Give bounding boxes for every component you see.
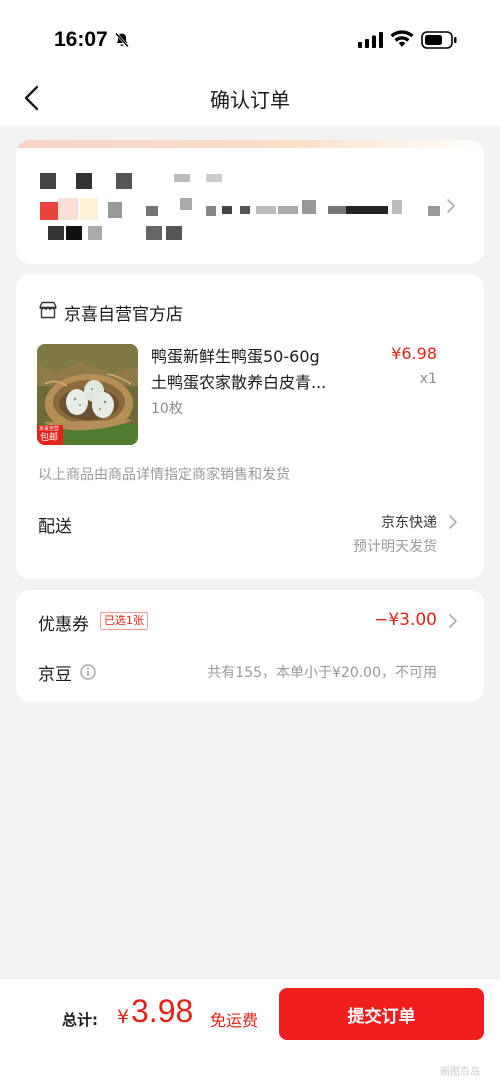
- product-quantity: x1: [419, 371, 437, 387]
- product-image-badge-bottom: 包邮: [40, 433, 59, 443]
- address-chevron-right-icon: [447, 199, 455, 213]
- product-image[interactable]: 京喜自营 包邮: [37, 344, 138, 445]
- store-icon: [39, 301, 57, 319]
- wifi-icon: [390, 30, 414, 47]
- store-name[interactable]: 京喜自营官方店: [64, 300, 183, 325]
- checkout-bar: 总计: ¥ 3.98 免运费 提交订单 画图岛岛: [0, 978, 500, 1087]
- total-label: 总计:: [62, 1011, 98, 1029]
- info-icon[interactable]: [80, 664, 96, 680]
- coupon-chevron-right-icon[interactable]: [448, 613, 458, 629]
- address-redacted: [40, 173, 440, 240]
- product-title[interactable]: 鸭蛋新鲜生鸭蛋50-60g 土鸭蛋农家散养白皮青...: [151, 344, 371, 396]
- nav-bar: 确认订单: [0, 70, 500, 126]
- seller-note: 以上商品由商品详情指定商家销售和发货: [38, 467, 290, 483]
- beans-note: 共有155，本单小于¥20.00，不可用: [207, 665, 437, 681]
- delivery-eta: 预计明天发货: [353, 539, 437, 555]
- product-spec: 10枚: [151, 401, 183, 417]
- coupon-label[interactable]: 优惠券: [38, 610, 89, 635]
- delivery-chevron-right-icon[interactable]: [448, 514, 458, 530]
- free-shipping-label: 免运费: [210, 1011, 259, 1030]
- product-image-badge-top: 京喜自营: [39, 426, 60, 432]
- status-bar: 16:07: [0, 0, 500, 80]
- product-title-line-1: 鸭蛋新鲜生鸭蛋50-60g: [151, 347, 320, 366]
- bell-slash-icon: [115, 32, 129, 48]
- address-card[interactable]: [16, 140, 484, 264]
- total-currency: ¥: [117, 1006, 130, 1028]
- delivery-method[interactable]: 京东快递: [381, 512, 437, 532]
- status-time: 16:07: [54, 28, 108, 51]
- shop-card: 京喜自营官方店 京喜自营 包邮 鸭蛋新鲜生鸭蛋50-60g 土鸭蛋农家散养白皮青…: [16, 274, 484, 579]
- delivery-label: 配送: [38, 517, 72, 537]
- coupon-amount[interactable]: −¥3.00: [374, 610, 437, 630]
- page-title: 确认订单: [210, 88, 290, 112]
- product-price: ¥6.98: [391, 344, 437, 363]
- coupon-selected-badge: 已选1张: [100, 612, 148, 630]
- total-amount: 3.98: [131, 993, 194, 1029]
- discount-card: 优惠券 已选1张 −¥3.00 京豆 共有155，本单小于¥20.00，不可用: [16, 590, 484, 702]
- watermark: 画图岛岛: [440, 1067, 480, 1078]
- product-title-line-2: 土鸭蛋农家散养白皮青...: [151, 373, 327, 392]
- signal-icon: [358, 32, 383, 48]
- submit-order-button[interactable]: 提交订单: [279, 988, 484, 1040]
- battery-icon: [421, 31, 457, 49]
- beans-label: 京豆: [38, 665, 72, 685]
